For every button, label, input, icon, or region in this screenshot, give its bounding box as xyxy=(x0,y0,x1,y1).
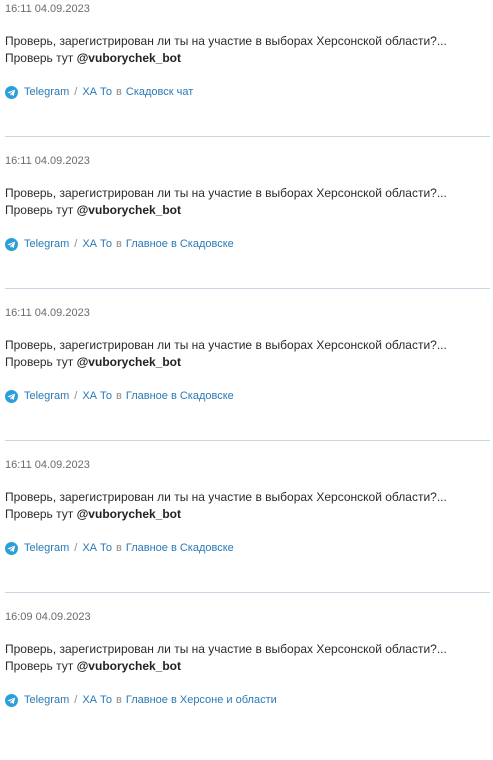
post-timestamp: 16:11 04.09.2023 xyxy=(5,3,90,15)
post-source: Telegram / ХА То в Главное в Скадовске xyxy=(5,236,234,252)
post-item: 16:09 04.09.2023 Проверь, зарегистрирова… xyxy=(0,608,493,760)
in-label: в xyxy=(116,694,122,706)
channel-link[interactable]: Главное в Херсоне и области xyxy=(126,694,277,706)
telegram-icon xyxy=(5,389,18,403)
platform-link[interactable]: Telegram xyxy=(24,390,69,402)
post-item: 16:11 04.09.2023 Проверь, зарегистрирова… xyxy=(0,152,493,304)
telegram-icon xyxy=(5,237,18,251)
telegram-icon xyxy=(5,541,18,555)
post-source: Telegram / ХА То в Главное в Херсоне и о… xyxy=(5,692,277,708)
channel-link[interactable]: Главное в Скадовске xyxy=(126,238,234,250)
author-link[interactable]: ХА То xyxy=(82,238,112,250)
post-timestamp: 16:09 04.09.2023 xyxy=(5,611,91,623)
post-text: Проверь, зарегистрирован ли ты на участи… xyxy=(5,489,487,523)
source-separator: / xyxy=(74,694,78,706)
source-separator: / xyxy=(74,542,78,554)
post-text-body: Проверь, зарегистрирован ли ты на участи… xyxy=(5,186,447,217)
post-mention: @vuborychek_bot xyxy=(76,659,181,673)
channel-link[interactable]: Главное в Скадовске xyxy=(126,390,234,402)
platform-link[interactable]: Telegram xyxy=(24,694,69,706)
post-source: Telegram / ХА То в Скадовск чат xyxy=(5,84,193,100)
source-separator: / xyxy=(74,390,78,402)
post-source: Telegram / ХА То в Главное в Скадовске xyxy=(5,540,234,556)
post-mention: @vuborychek_bot xyxy=(76,355,181,369)
post-divider xyxy=(5,440,490,441)
post-text: Проверь, зарегистрирован ли ты на участи… xyxy=(5,185,487,219)
feed: 16:11 04.09.2023 Проверь, зарегистрирова… xyxy=(0,0,493,760)
post-text: Проверь, зарегистрирован ли ты на участи… xyxy=(5,33,487,67)
post-divider xyxy=(5,592,490,593)
source-separator: / xyxy=(74,86,78,98)
post-text-body: Проверь, зарегистрирован ли ты на участи… xyxy=(5,490,447,521)
author-link[interactable]: ХА То xyxy=(82,86,112,98)
source-separator: / xyxy=(74,238,78,250)
post-item: 16:11 04.09.2023 Проверь, зарегистрирова… xyxy=(0,304,493,456)
in-label: в xyxy=(116,542,122,554)
post-text-body: Проверь, зарегистрирован ли ты на участи… xyxy=(5,338,447,369)
post-text: Проверь, зарегистрирован ли ты на участи… xyxy=(5,337,487,371)
telegram-icon xyxy=(5,693,18,707)
in-label: в xyxy=(116,238,122,250)
platform-link[interactable]: Telegram xyxy=(24,238,69,250)
post-mention: @vuborychek_bot xyxy=(76,51,181,65)
platform-link[interactable]: Telegram xyxy=(24,86,69,98)
post-mention: @vuborychek_bot xyxy=(76,507,181,521)
post-timestamp: 16:11 04.09.2023 xyxy=(5,155,90,167)
post-text-body: Проверь, зарегистрирован ли ты на участи… xyxy=(5,642,447,673)
telegram-icon xyxy=(5,85,18,99)
author-link[interactable]: ХА То xyxy=(82,694,112,706)
post-divider xyxy=(5,288,490,289)
post-text-body: Проверь, зарегистрирован ли ты на участи… xyxy=(5,34,447,65)
author-link[interactable]: ХА То xyxy=(82,542,112,554)
post-mention: @vuborychek_bot xyxy=(76,203,181,217)
channel-link[interactable]: Главное в Скадовске xyxy=(126,542,234,554)
post-divider xyxy=(5,136,490,137)
in-label: в xyxy=(116,390,122,402)
channel-link[interactable]: Скадовск чат xyxy=(126,86,193,98)
post-source: Telegram / ХА То в Главное в Скадовске xyxy=(5,388,234,404)
post-item: 16:11 04.09.2023 Проверь, зарегистрирова… xyxy=(0,456,493,608)
in-label: в xyxy=(116,86,122,98)
post-timestamp: 16:11 04.09.2023 xyxy=(5,307,90,319)
platform-link[interactable]: Telegram xyxy=(24,542,69,554)
author-link[interactable]: ХА То xyxy=(82,390,112,402)
post-text: Проверь, зарегистрирован ли ты на участи… xyxy=(5,641,487,675)
post-item: 16:11 04.09.2023 Проверь, зарегистрирова… xyxy=(0,0,493,152)
post-timestamp: 16:11 04.09.2023 xyxy=(5,459,90,471)
